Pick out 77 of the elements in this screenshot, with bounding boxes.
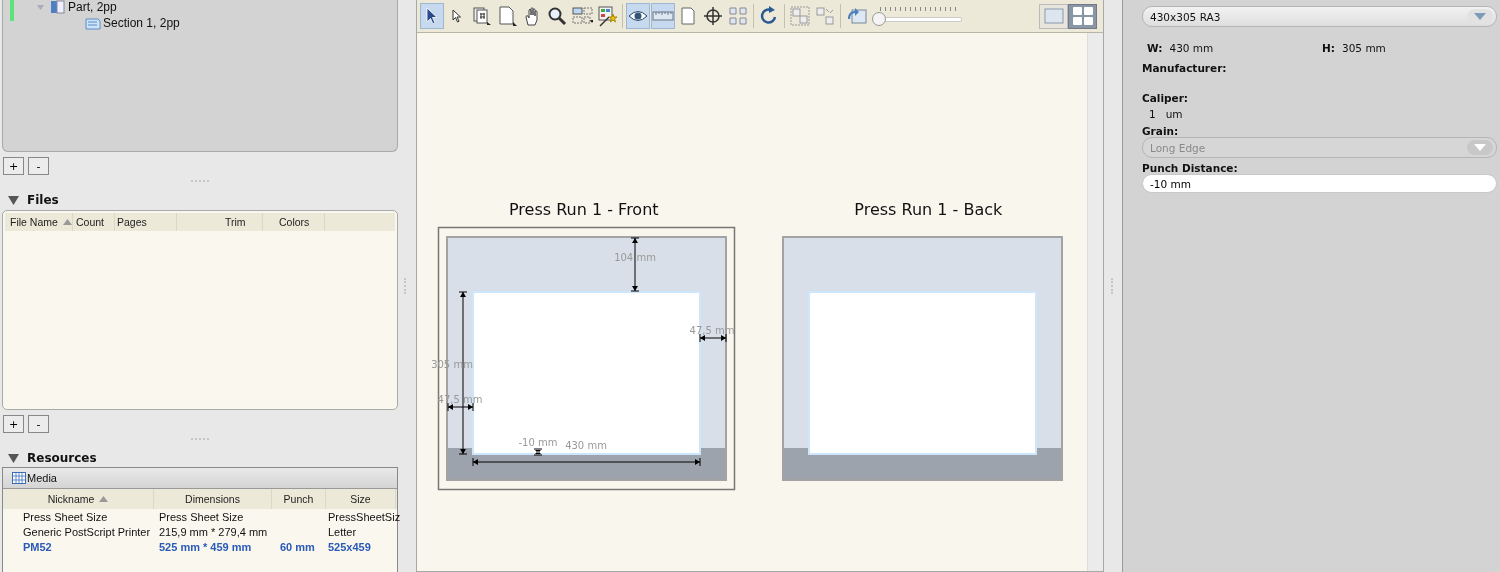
field-label: H: [1322, 42, 1335, 54]
table-cell-text: Letter [327, 525, 358, 538]
zoom-slider[interactable] [871, 5, 964, 27]
table-cell-text: Generic PostScript Printer [22, 525, 152, 538]
tool-button[interactable] [625, 3, 650, 29]
wand-icon [595, 5, 618, 27]
stacked-sheets-icon [84, 15, 101, 30]
layout-icon [570, 5, 593, 27]
field-value: 430 mm [1169, 42, 1214, 54]
dropdown-caret-icon [1474, 13, 1486, 20]
tree-item[interactable]: Section 1, 2pp [103, 15, 180, 30]
table-cell-text: 525 mm * 459 mm [158, 540, 253, 553]
dimension-label: -10 mm [518, 437, 558, 448]
view-button[interactable] [1039, 3, 1069, 29]
dimension-arrow [699, 333, 727, 343]
table-cell-text: 215,9 mm * 279,4 mm [158, 525, 269, 538]
book-icon [50, 0, 66, 14]
unit-label: um [1165, 108, 1183, 120]
sheet-title: Press Run 1 - Front [509, 200, 660, 219]
punch-distance-field[interactable]: -10 mm [1142, 174, 1497, 193]
punch-marker [533, 448, 543, 456]
table-cell-text: 525x459 [327, 540, 372, 553]
table-row[interactable]: PM52 525 mm * 459 mm 60 mm 525x459 [3, 539, 397, 554]
add-button[interactable]: + [3, 415, 24, 433]
table-cell-text: PM52 [22, 540, 53, 553]
dropdown-caret-icon [1474, 144, 1486, 151]
single-page-icon [1043, 8, 1064, 24]
table-cell-text: Press Sheet Size [22, 510, 109, 523]
column-header[interactable]: Size [326, 489, 396, 509]
press-sheet-drawing[interactable] [781, 236, 1063, 481]
status-bar-marker [10, 0, 14, 21]
table-cell-text: 60 mm [279, 540, 316, 553]
column-header[interactable]: Punch [272, 489, 326, 509]
table-cell-text: Press Sheet Size [158, 510, 245, 523]
media-tab[interactable]: Media [3, 468, 397, 489]
dimension-label: 430 mm [564, 440, 607, 451]
splitter-grip[interactable] [190, 438, 209, 443]
column-header[interactable]: Nickname [3, 489, 154, 509]
split-icon [726, 5, 749, 27]
field-label: Manufacturer: [1142, 62, 1228, 74]
dimension-label: 104 mm [613, 252, 656, 263]
field-value: 305 mm [1342, 42, 1386, 54]
collapse-triangle-icon[interactable] [8, 195, 19, 205]
crosshair-icon [701, 5, 724, 27]
column-header[interactable]: File Name [5, 213, 73, 231]
grid-sheet-icon [12, 471, 26, 485]
splitter-grip[interactable] [1110, 278, 1116, 294]
remove-button[interactable]: - [28, 415, 49, 433]
ungroup-icon [813, 5, 836, 27]
column-header[interactable]: Trim [177, 213, 263, 231]
column-header[interactable]: Pages [115, 213, 177, 231]
field-label: Caliper: [1142, 92, 1189, 104]
field-label: Punch Distance: [1142, 162, 1239, 174]
collapse-triangle-icon[interactable] [8, 453, 19, 463]
group-icon [788, 5, 811, 27]
scrollbar[interactable] [1087, 33, 1104, 571]
field-label: W: [1147, 42, 1163, 54]
table-row[interactable]: Generic PostScript Printer 215,9 mm * 279,4 mm Letter [3, 524, 397, 539]
numbered-pages-icon [470, 5, 493, 27]
column-header[interactable]: Dimensions [154, 489, 272, 509]
splitter-grip[interactable] [190, 180, 209, 185]
field-value: 1 [1149, 108, 1156, 120]
add-button[interactable]: + [3, 157, 24, 175]
tree-item[interactable]: Part, 2pp [68, 0, 117, 14]
column-header[interactable]: Colors [263, 213, 325, 231]
view-button[interactable] [1068, 3, 1098, 29]
grain-dropdown: Long Edge [1142, 137, 1497, 158]
section-title: Files [27, 193, 59, 207]
slider-thumb[interactable] [871, 12, 886, 26]
field-label: Grain: [1142, 125, 1180, 137]
column-header[interactable]: Count [73, 213, 115, 231]
section-title: Resources [27, 451, 97, 465]
stock-dropdown[interactable]: 430x305 RA3 [1142, 6, 1497, 27]
remove-button[interactable]: - [28, 157, 49, 175]
grid-icon [1071, 6, 1094, 26]
sheet-title: Press Run 1 - Back [854, 200, 1003, 219]
tool-button[interactable] [419, 3, 444, 29]
